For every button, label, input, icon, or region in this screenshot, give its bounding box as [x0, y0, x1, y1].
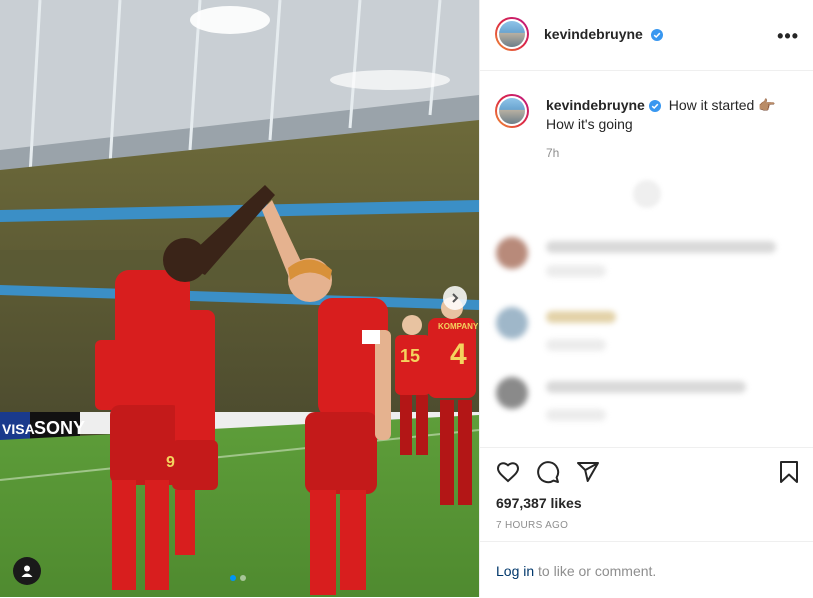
- blurred-comment: [496, 305, 796, 355]
- post-header: kevindebruyne •••: [480, 0, 813, 71]
- loading-spinner: [633, 180, 661, 208]
- verified-badge-icon: [648, 100, 661, 112]
- chevron-right-icon: [452, 293, 459, 303]
- caption-line-2: How it's going: [546, 116, 633, 132]
- login-prompt: Log in to like or comment.: [480, 541, 813, 598]
- post-side-panel: kevindebruyne ••• kevindebruyne How it s…: [479, 0, 813, 597]
- header-username[interactable]: kevindebruyne: [544, 26, 643, 42]
- share-icon[interactable]: [576, 460, 600, 484]
- likes-count[interactable]: 697,387 likes: [496, 495, 582, 511]
- carousel-dot: [240, 575, 246, 581]
- caption-line-1: How it started: [668, 97, 755, 113]
- blurred-comment: [496, 235, 796, 285]
- comment-icon[interactable]: [536, 460, 560, 484]
- post-image[interactable]: VISA SONY 9 15 4 KOMPANY: [0, 0, 479, 597]
- next-slide-button[interactable]: [443, 286, 467, 310]
- carousel-indicator: [230, 575, 246, 581]
- action-bar: 697,387 likes 7 HOURS AGO: [480, 447, 813, 542]
- more-options-icon[interactable]: •••: [777, 26, 799, 47]
- caption-username[interactable]: kevindebruyne: [546, 97, 645, 113]
- sony-banner: SONY: [34, 418, 86, 438]
- login-prompt-text: to like or comment.: [534, 563, 657, 579]
- user-tags-button[interactable]: [13, 557, 41, 585]
- post-caption: kevindebruyne How it started 👉🏽 How it's…: [546, 96, 796, 134]
- jersey-number-4: 4: [450, 338, 467, 371]
- user-tag-icon: [21, 565, 33, 577]
- carousel-dot-active: [230, 575, 236, 581]
- jersey-name: KOMPANY: [438, 322, 479, 331]
- verified-badge-icon: [651, 29, 664, 41]
- visa-banner: VISA: [2, 421, 35, 437]
- post-timestamp[interactable]: 7 HOURS AGO: [496, 520, 568, 531]
- caption-emoji: 👉🏽: [758, 97, 776, 113]
- stadium-photo: [0, 0, 479, 597]
- caption-avatar[interactable]: [495, 94, 529, 128]
- jersey-number-9: 9: [166, 454, 175, 471]
- bookmark-icon[interactable]: [778, 460, 800, 484]
- blurred-comment: [496, 375, 796, 425]
- heart-icon[interactable]: [496, 460, 520, 484]
- login-link[interactable]: Log in: [496, 563, 534, 579]
- avatar[interactable]: [495, 17, 529, 51]
- jersey-number-15: 15: [400, 346, 421, 366]
- caption-timestamp: 7h: [546, 146, 560, 160]
